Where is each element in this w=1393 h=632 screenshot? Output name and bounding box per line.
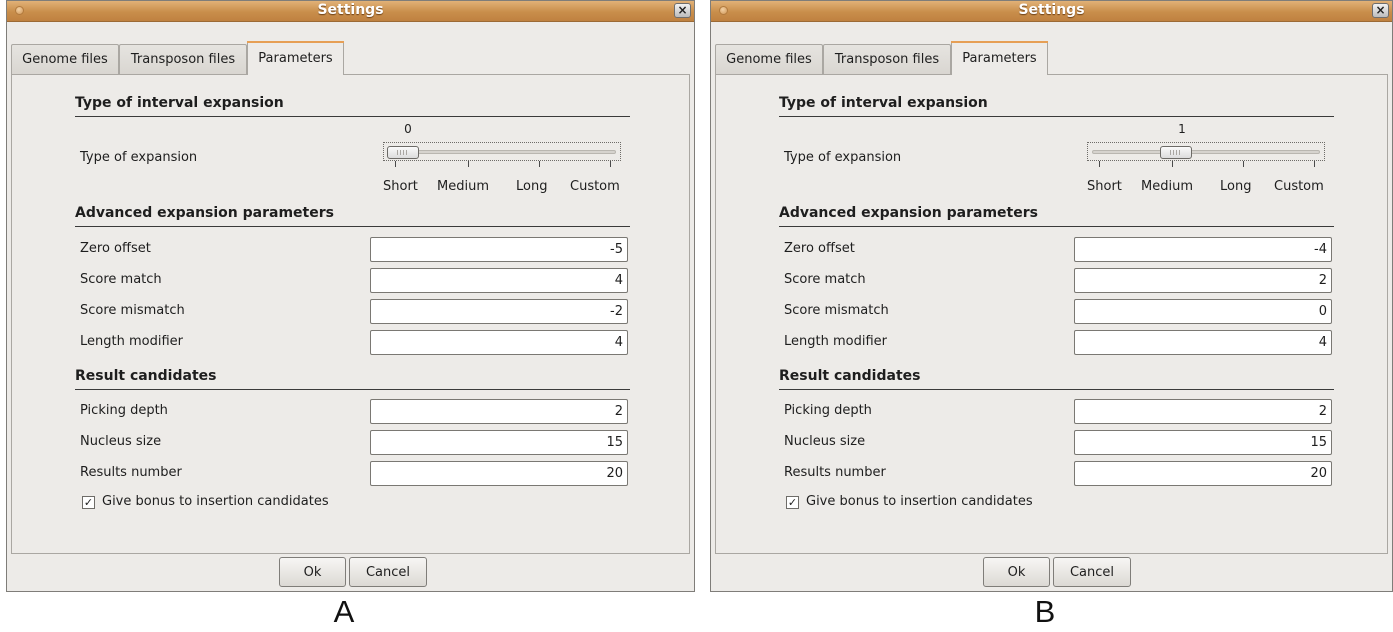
- length-modifier-field[interactable]: [370, 330, 628, 355]
- score-match-field[interactable]: [1074, 268, 1332, 293]
- score-match-label: Score match: [80, 272, 162, 287]
- nucleus-size-label: Nucleus size: [784, 434, 866, 449]
- window-title: Settings: [1018, 2, 1085, 18]
- results-number-label: Results number: [80, 465, 182, 480]
- slider-tick: [1243, 161, 1244, 167]
- expansion-type-label: Type of expansion: [80, 150, 198, 165]
- section-interval-expansion: Type of interval expansion: [779, 95, 1334, 117]
- section-result-candidates: Result candidates: [779, 368, 1334, 390]
- picking-depth-field[interactable]: [370, 399, 628, 424]
- close-icon[interactable]: ×: [674, 3, 691, 18]
- slider-tick: [1099, 161, 1100, 167]
- picking-depth-field[interactable]: [1074, 399, 1332, 424]
- tab-genome-files[interactable]: Genome files: [11, 44, 119, 74]
- slider-thumb[interactable]: [1160, 146, 1192, 159]
- slider-label-medium: Medium: [437, 179, 489, 194]
- picking-depth-label: Picking depth: [784, 403, 872, 418]
- section-interval-expansion: Type of interval expansion: [75, 95, 630, 117]
- expansion-slider[interactable]: [383, 142, 621, 161]
- bonus-checkbox[interactable]: ✓: [82, 496, 95, 509]
- slider-tick: [468, 161, 469, 167]
- zero-offset-label: Zero offset: [784, 241, 855, 256]
- bonus-checkbox[interactable]: ✓: [786, 496, 799, 509]
- slider-groove: [1092, 150, 1320, 154]
- results-number-label: Results number: [784, 465, 886, 480]
- tab-parameters[interactable]: Parameters: [247, 41, 344, 75]
- slider-tick: [610, 161, 611, 167]
- grip-icon: [397, 150, 409, 155]
- window-title: Settings: [317, 2, 384, 18]
- slider-label-short: Short: [1087, 179, 1122, 194]
- expansion-slider[interactable]: [1087, 142, 1325, 161]
- grip-icon: [1170, 150, 1182, 155]
- parameters-panel: Type of interval expansion Type of expan…: [715, 74, 1388, 554]
- picking-depth-label: Picking depth: [80, 403, 168, 418]
- length-modifier-label: Length modifier: [80, 334, 183, 349]
- close-icon[interactable]: ×: [1372, 3, 1389, 18]
- slider-label-long: Long: [1220, 179, 1252, 194]
- zero-offset-field[interactable]: [370, 237, 628, 262]
- settings-dialog-a: Settings × Genome files Transposon files…: [6, 0, 695, 592]
- results-number-field[interactable]: [370, 461, 628, 486]
- expansion-type-label: Type of expansion: [784, 150, 902, 165]
- score-mismatch-field[interactable]: [370, 299, 628, 324]
- score-match-field[interactable]: [370, 268, 628, 293]
- results-number-field[interactable]: [1074, 461, 1332, 486]
- settings-dialog-b: Settings × Genome files Transposon files…: [710, 0, 1393, 592]
- slider-tick: [539, 161, 540, 167]
- tab-transposon-files[interactable]: Transposon files: [823, 44, 951, 74]
- ok-button[interactable]: Ok: [279, 557, 346, 587]
- zero-offset-field[interactable]: [1074, 237, 1332, 262]
- slider-label-custom: Custom: [570, 179, 620, 194]
- slider-value: 0: [404, 122, 412, 136]
- tab-transposon-files[interactable]: Transposon files: [119, 44, 247, 74]
- tab-genome-files[interactable]: Genome files: [715, 44, 823, 74]
- slider-tick: [1172, 161, 1173, 167]
- nucleus-size-field[interactable]: [370, 430, 628, 455]
- ok-button[interactable]: Ok: [983, 557, 1050, 587]
- slider-label-short: Short: [383, 179, 418, 194]
- cancel-button[interactable]: Cancel: [1053, 557, 1131, 587]
- slider-label-medium: Medium: [1141, 179, 1193, 194]
- slider-groove: [388, 150, 616, 154]
- figure-caption-b: B: [1034, 594, 1056, 629]
- section-result-candidates: Result candidates: [75, 368, 630, 390]
- slider-label-custom: Custom: [1274, 179, 1324, 194]
- parameters-panel: Type of interval expansion Type of expan…: [11, 74, 690, 554]
- nucleus-size-label: Nucleus size: [80, 434, 162, 449]
- title-bar[interactable]: Settings ×: [7, 1, 694, 22]
- zero-offset-label: Zero offset: [80, 241, 151, 256]
- slider-value: 1: [1178, 122, 1186, 136]
- figure-caption-a: A: [333, 594, 355, 629]
- score-match-label: Score match: [784, 272, 866, 287]
- slider-tick: [1314, 161, 1315, 167]
- length-modifier-label: Length modifier: [784, 334, 887, 349]
- length-modifier-field[interactable]: [1074, 330, 1332, 355]
- nucleus-size-field[interactable]: [1074, 430, 1332, 455]
- bonus-checkbox-label[interactable]: Give bonus to insertion candidates: [806, 494, 1033, 509]
- tab-parameters[interactable]: Parameters: [951, 41, 1048, 75]
- section-advanced-parameters: Advanced expansion parameters: [779, 205, 1334, 227]
- slider-label-long: Long: [516, 179, 548, 194]
- score-mismatch-field[interactable]: [1074, 299, 1332, 324]
- cancel-button[interactable]: Cancel: [349, 557, 427, 587]
- slider-tick: [395, 161, 396, 167]
- section-advanced-parameters: Advanced expansion parameters: [75, 205, 630, 227]
- score-mismatch-label: Score mismatch: [784, 303, 889, 318]
- bonus-checkbox-label[interactable]: Give bonus to insertion candidates: [102, 494, 329, 509]
- score-mismatch-label: Score mismatch: [80, 303, 185, 318]
- title-bar[interactable]: Settings ×: [711, 1, 1392, 22]
- slider-thumb[interactable]: [387, 146, 419, 159]
